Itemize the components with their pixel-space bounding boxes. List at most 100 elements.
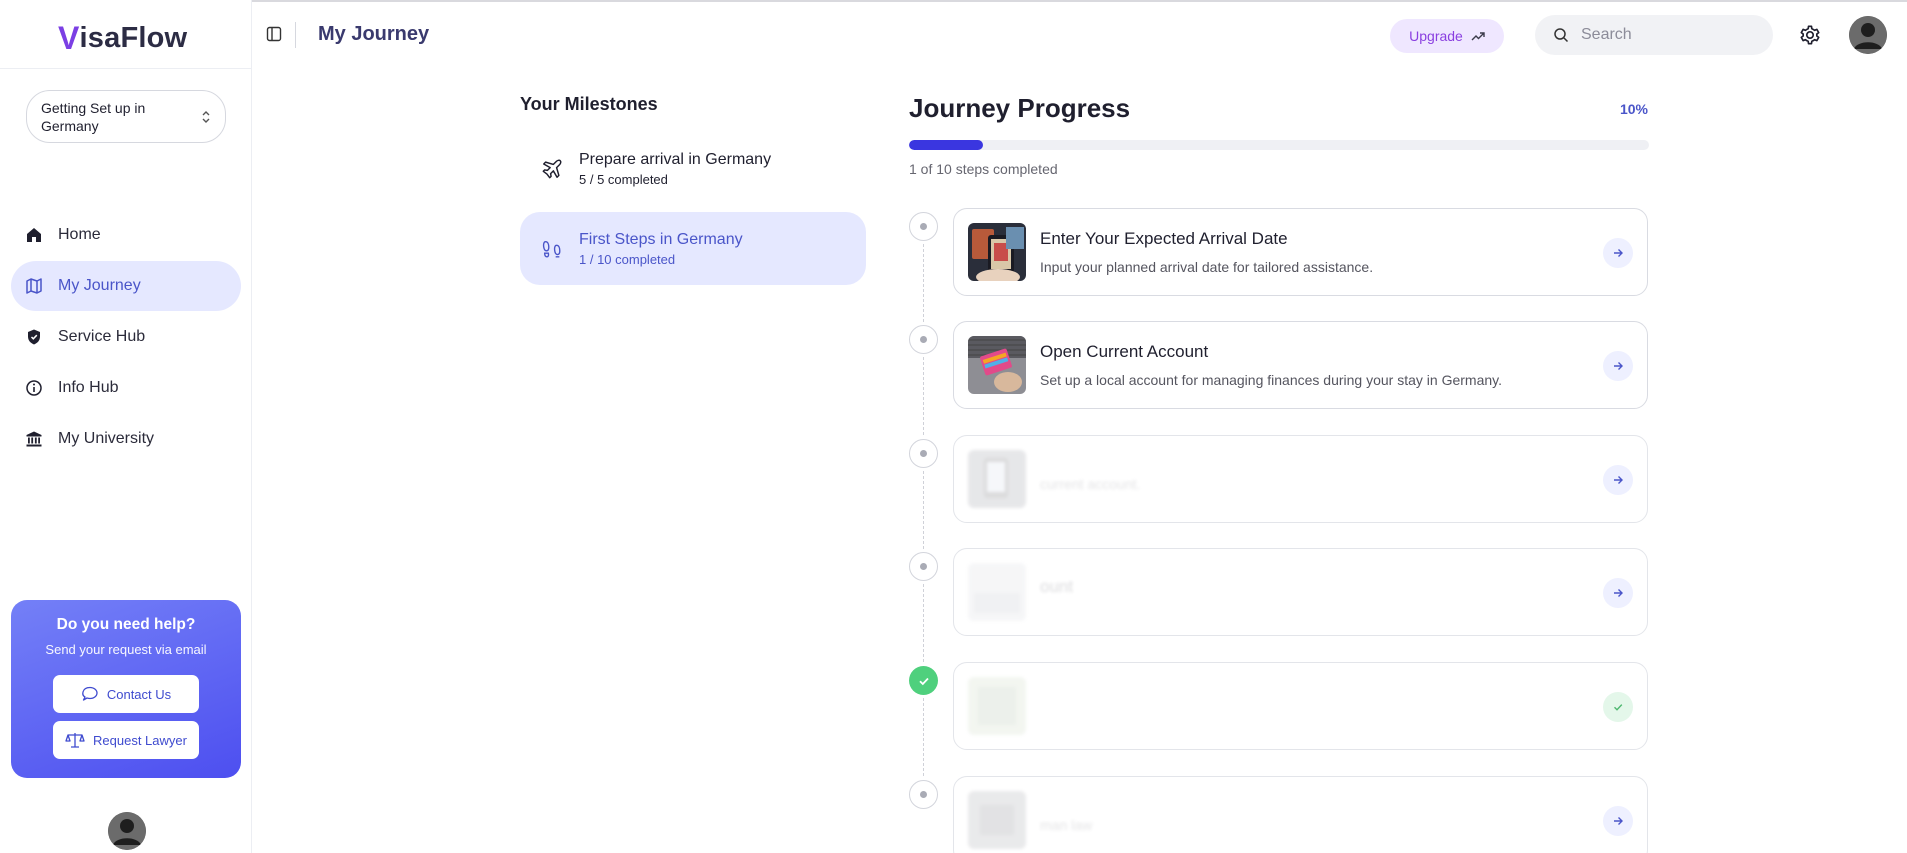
sidebar-item-label: Service Hub bbox=[58, 328, 146, 345]
sidebar-nav: Home My Journey Service Hub Info Hub My … bbox=[11, 210, 241, 465]
chat-icon bbox=[82, 686, 98, 701]
sidebar-toggle-icon[interactable] bbox=[266, 26, 282, 42]
timeline-connector bbox=[923, 471, 924, 549]
step-thumbnail bbox=[968, 791, 1026, 849]
step-item: man law bbox=[909, 776, 1649, 853]
help-title: Do you need help? bbox=[56, 616, 196, 633]
step-card[interactable]: Open Current Account Set up a local acco… bbox=[953, 321, 1648, 409]
step-card[interactable]: ount bbox=[953, 548, 1648, 636]
workspace-label: Getting Set up in Germany bbox=[41, 99, 146, 134]
sidebar-item-home[interactable]: Home bbox=[11, 210, 241, 260]
check-icon[interactable] bbox=[1603, 692, 1633, 722]
step-title: ount bbox=[1040, 577, 1074, 596]
app-logo[interactable]: VisaFlow bbox=[58, 18, 187, 58]
map-icon bbox=[24, 276, 44, 296]
step-description: Input your planned arrival date for tail… bbox=[1040, 259, 1374, 275]
step-description: man law bbox=[1040, 817, 1093, 833]
contact-us-button[interactable]: Contact Us bbox=[53, 675, 199, 713]
header-divider bbox=[295, 22, 296, 48]
step-item: Open Current Account Set up a local acco… bbox=[909, 321, 1649, 435]
step-item bbox=[909, 662, 1649, 776]
footprints-icon bbox=[540, 237, 564, 261]
step-title: Open Current Account bbox=[1040, 342, 1209, 361]
timeline-connector bbox=[923, 244, 924, 322]
sidebar-item-info-hub[interactable]: Info Hub bbox=[11, 363, 241, 413]
sidebar-item-label: Info Hub bbox=[58, 379, 119, 396]
step-thumbnail bbox=[968, 450, 1026, 508]
step-item: current account. bbox=[909, 435, 1649, 549]
arrow-right-icon[interactable] bbox=[1603, 465, 1633, 495]
shield-icon bbox=[24, 327, 44, 347]
home-icon bbox=[24, 225, 44, 245]
university-icon bbox=[24, 429, 44, 449]
logo-text: isaFlow bbox=[79, 21, 188, 54]
progress-percent: 10% bbox=[1619, 101, 1648, 117]
step-status-dot bbox=[909, 325, 938, 354]
info-icon bbox=[24, 378, 44, 398]
avatar[interactable] bbox=[108, 812, 146, 850]
milestones-title: Your Milestones bbox=[520, 94, 658, 114]
contact-us-label: Contact Us bbox=[106, 686, 172, 702]
search-input[interactable] bbox=[1581, 26, 1751, 44]
upgrade-label: Upgrade bbox=[1409, 28, 1463, 44]
sidebar: VisaFlow Getting Set up in Germany Home … bbox=[0, 0, 252, 853]
sidebar-item-service-hub[interactable]: Service Hub bbox=[11, 312, 241, 362]
arrow-right-icon[interactable] bbox=[1603, 351, 1633, 381]
step-card[interactable]: current account. bbox=[953, 435, 1648, 523]
request-lawyer-button[interactable]: Request Lawyer bbox=[53, 721, 199, 759]
page-title: My Journey bbox=[318, 23, 430, 45]
step-card[interactable]: man law bbox=[953, 776, 1648, 853]
milestone-first-steps[interactable]: First Steps in Germany 1 / 10 completed bbox=[520, 212, 866, 285]
step-thumbnail bbox=[968, 223, 1026, 281]
divider bbox=[0, 68, 252, 69]
top-header: My Journey Upgrade bbox=[252, 0, 1907, 68]
progress-steps-label: 1 of 10 steps completed bbox=[909, 161, 1058, 177]
search-bar[interactable] bbox=[1535, 15, 1773, 55]
step-thumbnail bbox=[968, 563, 1026, 621]
step-status-dot bbox=[909, 212, 938, 241]
upgrade-button[interactable]: Upgrade bbox=[1390, 19, 1504, 53]
step-card[interactable]: Enter Your Expected Arrival Date Input y… bbox=[953, 208, 1648, 296]
step-item: ount bbox=[909, 548, 1649, 662]
step-thumbnail bbox=[968, 336, 1026, 394]
progress-bar bbox=[909, 140, 1649, 150]
arrow-right-icon[interactable] bbox=[1603, 806, 1633, 836]
step-status-dot bbox=[909, 439, 938, 468]
request-lawyer-label: Request Lawyer bbox=[93, 732, 187, 748]
step-thumbnail bbox=[968, 677, 1026, 735]
arrow-right-icon[interactable] bbox=[1603, 578, 1633, 608]
sidebar-item-label: My Journey bbox=[58, 277, 141, 294]
journey-progress-title: Journey Progress bbox=[909, 93, 1131, 123]
search-icon bbox=[1554, 28, 1569, 43]
step-item: Enter Your Expected Arrival Date Input y… bbox=[909, 208, 1649, 322]
step-description: current account. bbox=[1040, 476, 1141, 492]
plane-icon bbox=[540, 157, 564, 181]
user-avatar[interactable] bbox=[1849, 16, 1887, 54]
timeline-connector bbox=[923, 584, 924, 662]
step-description: Set up a local account for managing fina… bbox=[1040, 372, 1502, 388]
sidebar-item-my-journey[interactable]: My Journey bbox=[11, 261, 241, 311]
timeline-connector bbox=[923, 357, 924, 435]
step-card[interactable] bbox=[953, 662, 1648, 750]
milestone-prepare-arrival[interactable]: Prepare arrival in Germany 5 / 5 complet… bbox=[520, 132, 866, 205]
step-status-dot bbox=[909, 552, 938, 581]
workspace-selector[interactable]: Getting Set up in Germany bbox=[26, 90, 226, 143]
sidebar-item-my-university[interactable]: My University bbox=[11, 414, 241, 464]
help-subtitle: Send your request via email bbox=[45, 642, 207, 657]
scale-icon bbox=[65, 733, 85, 748]
step-title: Enter Your Expected Arrival Date bbox=[1040, 229, 1288, 248]
chevron-up-down-icon bbox=[201, 109, 211, 125]
logo-mark: V bbox=[58, 19, 80, 56]
milestone-count: 5 / 5 completed bbox=[579, 171, 668, 187]
sidebar-item-label: Home bbox=[58, 226, 101, 243]
sidebar-item-label: My University bbox=[58, 430, 155, 447]
check-icon bbox=[909, 666, 938, 695]
arrow-right-icon[interactable] bbox=[1603, 238, 1633, 268]
milestone-name: Prepare arrival in Germany bbox=[579, 150, 772, 168]
progress-bar-fill bbox=[909, 140, 983, 150]
timeline-connector bbox=[923, 698, 924, 776]
trending-up-icon bbox=[1471, 32, 1485, 41]
milestone-count: 1 / 10 completed bbox=[579, 251, 676, 267]
gear-icon[interactable] bbox=[1799, 24, 1821, 46]
help-card: Do you need help? Send your request via … bbox=[11, 600, 241, 778]
